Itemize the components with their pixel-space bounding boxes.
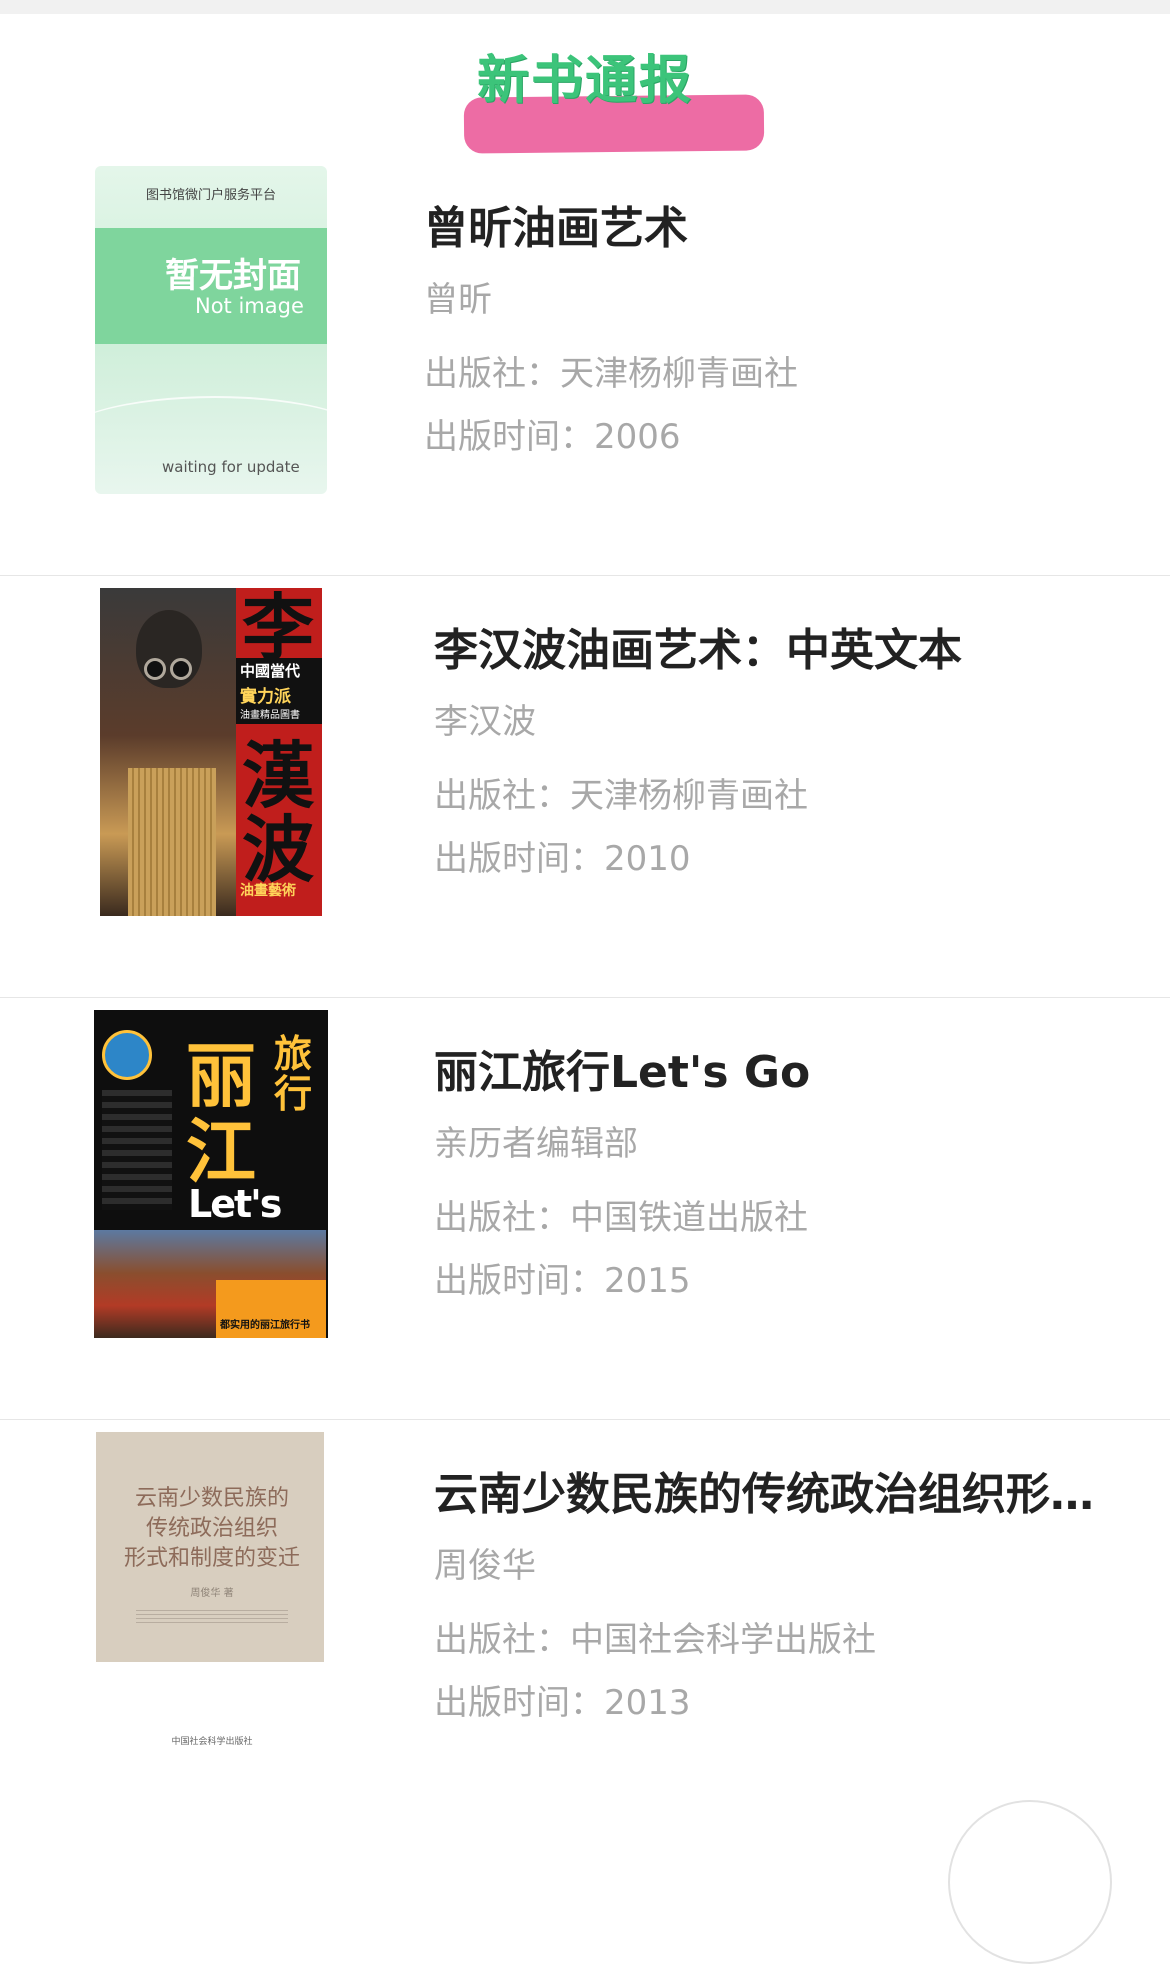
- book-item[interactable]: 云南少数民族的 传统政治组织 形式和制度的变迁 周俊华 著 中国社会科学出版社 …: [0, 1420, 1170, 1841]
- publisher-value: 中国社会科学出版社: [570, 1620, 876, 1660]
- cover-small-print: [136, 1610, 288, 1626]
- date-value: 2010: [604, 839, 691, 879]
- cover-publisher: 中国社会科学出版社: [171, 1737, 253, 1747]
- publisher-value: 天津杨柳青画社: [560, 354, 798, 394]
- cover-char: 旅行: [274, 1031, 313, 1116]
- cover-placeholder-en: Not image: [195, 294, 304, 318]
- cover-char: 江: [186, 1110, 256, 1193]
- book-cover[interactable]: 图书馆微门户服务平台 暂无封面 Not image waiting for up…: [95, 166, 327, 494]
- cover-band-text: 實力派: [240, 687, 291, 707]
- book-item[interactable]: 图书馆微门户服务平台 暂无封面 Not image waiting for up…: [0, 154, 1170, 576]
- cover-title-line: 形式和制度的变迁: [123, 1546, 300, 1571]
- cover-figure-apron: [128, 768, 216, 916]
- status-strip: [0, 0, 1170, 14]
- book-title[interactable]: 丽江旅行Let's Go: [434, 1046, 1134, 1100]
- publisher-value: 天津杨柳青画社: [570, 776, 808, 816]
- publisher-label: 出版社：: [434, 1620, 570, 1660]
- floating-action-button[interactable]: [948, 1800, 1112, 1964]
- book-info: 李汉波油画艺术：中英文本 李汉波 出版社：天津杨柳青画社 出版时间：2010: [434, 624, 1154, 881]
- book-title[interactable]: 云南少数民族的传统政治组织形式和制度的变迁: [434, 1468, 1134, 1522]
- date-label: 出版时间：: [424, 417, 594, 457]
- date-label: 出版时间：: [434, 1683, 604, 1723]
- cover-title-line: 传统政治组织: [145, 1516, 278, 1541]
- book-item[interactable]: 丽 江 旅行 Let's Go 都实用的丽江旅行书 丽江旅行Let's Go 亲…: [0, 998, 1170, 1420]
- cover-author: 周俊华 著: [190, 1588, 234, 1599]
- book-cover[interactable]: 云南少数民族的 传统政治组织 形式和制度的变迁 周俊华 著 中国社会科学出版社: [96, 1432, 324, 1760]
- date-value: 2006: [594, 417, 681, 457]
- book-author: 亲历者编辑部: [434, 1124, 638, 1164]
- publisher-label: 出版社：: [434, 1198, 570, 1238]
- cover-platform-text: 图书馆微门户服务平台: [145, 188, 276, 203]
- book-date: 出版时间：2013: [434, 1681, 1154, 1725]
- cover-foot-text: 油畫藝術: [240, 883, 296, 899]
- book-publisher: 出版社：中国社会科学出版社: [434, 1618, 1154, 1662]
- cover-band-text: 中國當代: [240, 662, 301, 680]
- book-info: 云南少数民族的传统政治组织形式和制度的变迁 周俊华 出版社：中国社会科学出版社 …: [434, 1468, 1154, 1725]
- book-cover[interactable]: 丽 江 旅行 Let's Go 都实用的丽江旅行书: [94, 1010, 328, 1338]
- book-title[interactable]: 曾昕油画艺术: [424, 202, 1124, 256]
- date-value: 2015: [604, 1261, 691, 1301]
- book-date: 出版时间：2006: [424, 415, 1144, 459]
- book-info: 曾昕油画艺术 曾昕 出版社：天津杨柳青画社 出版时间：2006: [424, 202, 1144, 459]
- cover-char: 李: [242, 588, 315, 670]
- cover-side-text: [102, 1090, 172, 1210]
- date-label: 出版时间：: [434, 839, 604, 879]
- cover-foot-text: 都实用的丽江旅行书: [220, 1320, 310, 1331]
- date-label: 出版时间：: [434, 1261, 604, 1301]
- page-title: 新书通报: [476, 51, 693, 111]
- book-info: 丽江旅行Let's Go 亲历者编辑部 出版社：中国铁道出版社 出版时间：201…: [434, 1046, 1154, 1303]
- cover-figure-goggle: [170, 658, 192, 680]
- book-date: 出版时间：2015: [434, 1259, 1154, 1303]
- book-date: 出版时间：2010: [434, 837, 1154, 881]
- book-list: 图书馆微门户服务平台 暂无封面 Not image waiting for up…: [0, 154, 1170, 1841]
- cover-band-text: 油畫精品圖書: [240, 710, 300, 721]
- cover-placeholder-text: 暂无封面: [165, 256, 301, 296]
- cover-char: 波: [242, 807, 315, 892]
- book-publisher: 出版社：中国铁道出版社: [434, 1196, 1154, 1240]
- publisher-label: 出版社：: [424, 354, 560, 394]
- page-header: 新书通报: [0, 14, 1170, 154]
- book-author: 周俊华: [434, 1546, 536, 1586]
- book-title[interactable]: 李汉波油画艺术：中英文本: [434, 624, 1134, 678]
- cover-title-line: 云南少数民族的: [134, 1486, 289, 1511]
- book-publisher: 出版社：天津杨柳青画社: [424, 352, 1144, 396]
- publisher-label: 出版社：: [434, 776, 570, 816]
- book-publisher: 出版社：天津杨柳青画社: [434, 774, 1154, 818]
- cover-char: 丽: [186, 1034, 256, 1117]
- book-author: 李汉波: [434, 702, 536, 742]
- date-value: 2013: [604, 1683, 691, 1723]
- cover-figure-goggle: [144, 658, 166, 680]
- cover-badge: [102, 1030, 152, 1080]
- book-item[interactable]: 李 中國當代 實力派 油畫精品圖書 漢 波 油畫藝術 李汉波油画艺术：中英文本 …: [0, 576, 1170, 998]
- cover-char: 漢: [242, 733, 315, 818]
- book-author: 曾昕: [424, 280, 492, 320]
- book-cover[interactable]: 李 中國當代 實力派 油畫精品圖書 漢 波 油畫藝術: [100, 588, 322, 916]
- publisher-value: 中国铁道出版社: [570, 1198, 808, 1238]
- cover-update-text: waiting for update: [162, 458, 300, 476]
